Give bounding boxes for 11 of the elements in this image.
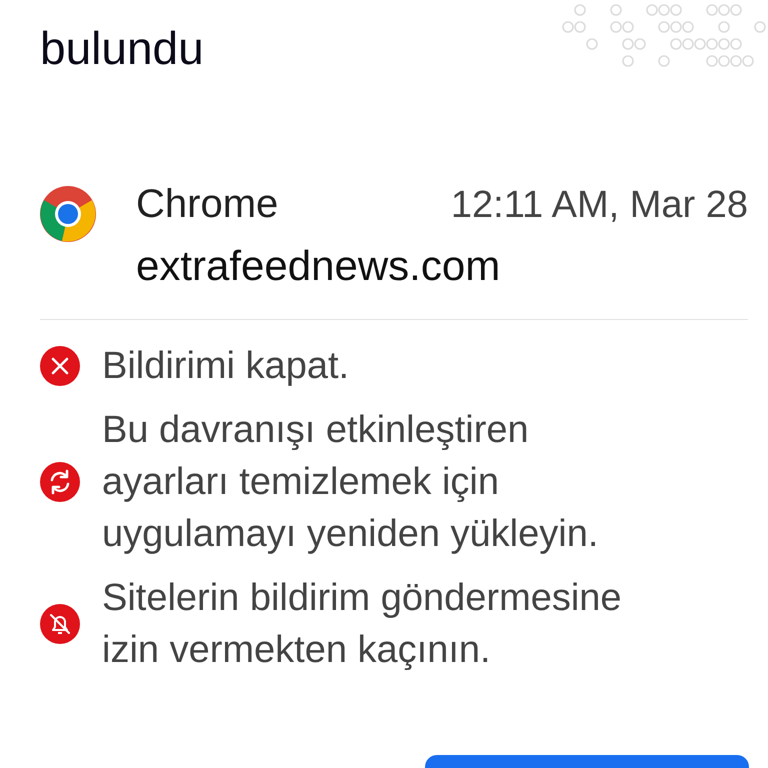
browser-logo-icon — [40, 186, 96, 242]
page-title: bulundu — [40, 21, 204, 76]
tip-text: Bildirimi kapat. — [102, 344, 350, 389]
notification-time: 12:11 AM, Mar 28 — [450, 183, 748, 228]
refresh-icon — [40, 462, 80, 502]
site-address: extrafeednews.com — [136, 241, 502, 291]
app-name: Chrome — [136, 181, 278, 228]
close-icon — [40, 346, 80, 386]
tip-text: Sitelerin bildirim göndermesine izin vermekten kaçının. — [102, 576, 623, 673]
muted-bell-icon — [40, 604, 80, 644]
tip-text: Bu davranışı etkinleştiren ayarları temizlemek için uygulamayı yeniden yükleyin. — [102, 408, 600, 557]
